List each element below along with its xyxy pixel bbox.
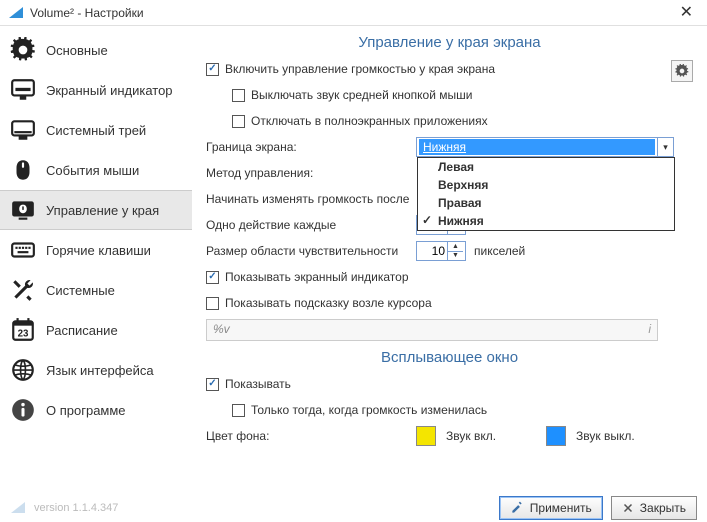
sidebar-item-label: Управление у края <box>46 203 159 218</box>
border-label: Граница экрана: <box>206 140 416 154</box>
popup-only-change-checkbox[interactable] <box>232 404 245 417</box>
sidebar-item-label: Язык интерфейса <box>46 363 154 378</box>
sidebar-item-label: Системный трей <box>46 123 146 138</box>
globe-icon <box>10 357 36 383</box>
sensitivity-number[interactable]: ▲▼ <box>416 241 466 261</box>
hint-placeholder-text: %v <box>213 322 230 336</box>
bgcolor-label: Цвет фона: <box>206 429 416 443</box>
start-after-label: Начинать изменять громкость после <box>206 192 416 206</box>
show-hint-checkbox[interactable] <box>206 297 219 310</box>
sidebar-item-general[interactable]: Основные <box>0 30 192 70</box>
settings-gear-button[interactable] <box>671 60 693 82</box>
show-hint-label: Показывать подсказку возле курсора <box>225 296 432 310</box>
footer-logo-icon <box>10 500 26 516</box>
sidebar-item-label: Системные <box>46 283 115 298</box>
action-every-label: Одно действие каждые <box>206 218 416 232</box>
sidebar-item-label: События мыши <box>46 163 139 178</box>
method-label: Метод управления: <box>206 166 416 180</box>
app-logo-icon <box>8 5 24 21</box>
enable-edge-label: Включить управление громкостью у края эк… <box>225 62 495 76</box>
sidebar: Основные Экранный индикатор Системный тр… <box>0 26 192 494</box>
mute-middle-label: Выключать звук средней кнопкой мыши <box>251 88 472 102</box>
version-label: version 1.1.4.347 <box>34 502 118 514</box>
section-title: Управление у края экрана <box>206 34 693 51</box>
sidebar-item-mouse[interactable]: События мыши <box>0 150 192 190</box>
apply-button[interactable]: Применить <box>499 496 603 520</box>
sidebar-item-label: О программе <box>46 403 126 418</box>
sidebar-item-edge[interactable]: Управление у края <box>0 190 192 230</box>
footer: version 1.1.4.347 Применить Закрыть <box>0 494 707 522</box>
close-button[interactable]: Закрыть <box>611 496 697 520</box>
popup-only-change-label: Только тогда, когда громкость изменилась <box>251 403 487 417</box>
sidebar-item-system[interactable]: Системные <box>0 270 192 310</box>
border-option[interactable]: Левая <box>418 158 674 176</box>
border-option[interactable]: Верхняя <box>418 176 674 194</box>
sound-on-color-swatch[interactable] <box>416 426 436 446</box>
unit-label: пикселей <box>474 244 525 258</box>
content-pane: Управление у края экрана Включить управл… <box>192 26 707 494</box>
show-osd-checkbox[interactable] <box>206 271 219 284</box>
keyboard-icon <box>10 237 36 263</box>
sidebar-item-label: Расписание <box>46 323 118 338</box>
mouse-icon <box>10 157 36 183</box>
border-combo-value: Нижняя <box>419 139 655 155</box>
popup-show-checkbox[interactable] <box>206 378 219 391</box>
mute-middle-checkbox[interactable] <box>232 89 245 102</box>
border-option[interactable]: Правая <box>418 194 674 212</box>
tools-icon <box>10 277 36 303</box>
svg-text:23: 23 <box>18 329 29 340</box>
popup-show-label: Показывать <box>225 377 291 391</box>
sidebar-item-label: Экранный индикатор <box>46 83 173 98</box>
sensitivity-input[interactable] <box>417 242 447 260</box>
sidebar-item-osd[interactable]: Экранный индикатор <box>0 70 192 110</box>
disable-fullscreen-checkbox[interactable] <box>232 115 245 128</box>
tray-icon <box>10 117 36 143</box>
hint-template-field[interactable]: %v i <box>206 319 658 341</box>
sidebar-item-label: Горячие клавиши <box>46 243 151 258</box>
sound-off-label: Звук выкл. <box>576 429 635 443</box>
sensitivity-label: Размер области чувствительности <box>206 244 416 258</box>
sidebar-item-schedule[interactable]: 23 Расписание <box>0 310 192 350</box>
disable-fullscreen-label: Отключать в полноэкранных приложениях <box>251 114 488 128</box>
sidebar-item-language[interactable]: Язык интерфейса <box>0 350 192 390</box>
sound-on-label: Звук вкл. <box>446 429 496 443</box>
titlebar: Volume² - Настройки ✕ <box>0 0 707 26</box>
border-dropdown: Левая Верхняя Правая Нижняя <box>417 157 675 231</box>
gear-icon <box>10 37 36 63</box>
close-button[interactable]: ✕ <box>674 3 699 23</box>
spinner-icon[interactable]: ▲▼ <box>447 242 463 260</box>
apply-button-label: Применить <box>530 501 592 515</box>
sidebar-item-about[interactable]: О программе <box>0 390 192 430</box>
sidebar-item-tray[interactable]: Системный трей <box>0 110 192 150</box>
monitor-icon <box>10 77 36 103</box>
calendar-icon: 23 <box>10 317 36 343</box>
show-osd-label: Показывать экранный индикатор <box>225 270 409 284</box>
window-title: Volume² - Настройки <box>30 6 674 20</box>
close-button-label: Закрыть <box>640 501 686 515</box>
edge-icon <box>10 197 36 223</box>
sidebar-item-hotkeys[interactable]: Горячие клавиши <box>0 230 192 270</box>
chevron-down-icon: ▾ <box>657 138 673 156</box>
sidebar-item-label: Основные <box>46 43 108 58</box>
enable-edge-checkbox[interactable] <box>206 63 219 76</box>
border-combo[interactable]: Нижняя ▾ Левая Верхняя Правая Нижняя <box>416 137 674 157</box>
info-icon[interactable]: i <box>648 322 651 336</box>
info-icon <box>10 397 36 423</box>
border-option[interactable]: Нижняя <box>418 212 674 230</box>
section-title: Всплывающее окно <box>206 349 693 366</box>
sound-off-color-swatch[interactable] <box>546 426 566 446</box>
